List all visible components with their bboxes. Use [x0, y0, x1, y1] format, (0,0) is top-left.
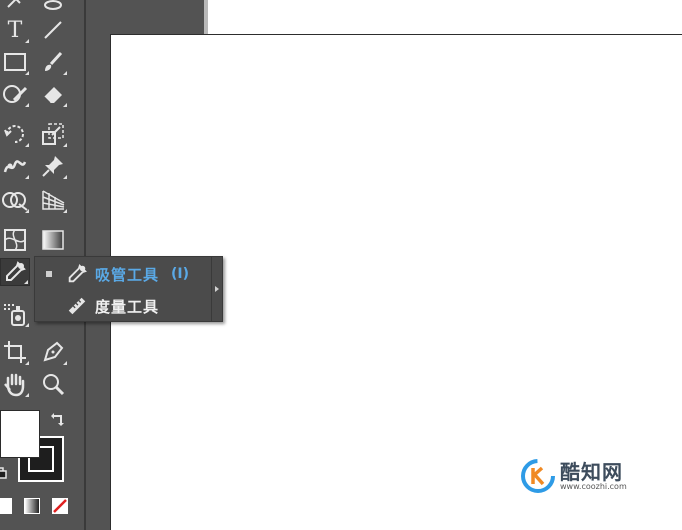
rectangle-tool[interactable] — [0, 48, 30, 76]
flyout-item-label: 度量工具 — [95, 297, 160, 316]
puppet-warp-tool[interactable] — [38, 152, 68, 180]
fill-color-swatch[interactable] — [0, 410, 40, 458]
none-mode-button[interactable] — [52, 498, 68, 514]
swap-fill-stroke-button[interactable] — [48, 410, 68, 430]
hand-tool[interactable] — [0, 370, 30, 398]
color-mode-button[interactable] — [0, 498, 12, 514]
line-segment-tool[interactable] — [38, 16, 68, 44]
unselected-indicator — [45, 302, 53, 310]
pen-nib-icon — [43, 341, 64, 362]
paintbrush-icon — [45, 51, 63, 71]
swap-arrow-icon — [51, 413, 64, 426]
eyedropper-icon — [65, 262, 89, 286]
rectangle-icon — [4, 53, 26, 71]
pen-tool[interactable] — [38, 338, 68, 366]
pushpin-icon — [42, 156, 63, 177]
none-slash-icon — [53, 499, 67, 513]
shaper-tool[interactable] — [0, 80, 30, 108]
eraser-icon — [43, 87, 62, 104]
scale-tool[interactable] — [38, 120, 68, 148]
type-tool[interactable]: T — [0, 16, 30, 44]
line-segment-icon — [44, 21, 62, 39]
zoom-tool[interactable] — [38, 370, 68, 398]
symbol-sprayer-tool[interactable] — [0, 300, 30, 328]
warp-tool[interactable] — [0, 152, 30, 180]
perspective-grid-tool[interactable] — [38, 186, 68, 214]
tearoff-arrow-icon — [215, 286, 219, 292]
gradient-mode-button[interactable] — [24, 498, 40, 514]
default-fill-stroke-button[interactable] — [0, 466, 8, 480]
tool-partial-top-left[interactable] — [0, 0, 30, 16]
shape-builder-tool[interactable] — [0, 186, 30, 214]
watermark: 酷知网 www.coozhi.com — [520, 456, 640, 496]
magnifier-icon — [43, 374, 65, 396]
default-colors-icon — [0, 467, 7, 479]
rotate-tool[interactable] — [0, 120, 30, 148]
paintbrush-tool[interactable] — [38, 48, 68, 76]
selected-indicator — [46, 271, 52, 277]
mesh-icon — [4, 229, 26, 251]
mesh-tool[interactable] — [0, 226, 30, 254]
type-tool-icon: T — [7, 17, 23, 43]
flyout-item-eyedropper[interactable]: 吸管工具 (I) — [35, 259, 213, 289]
watermark-logo-icon — [521, 459, 555, 493]
measure-ruler-icon — [65, 294, 89, 318]
eyedropper-tool-button[interactable] — [0, 258, 30, 286]
flyout-item-label: 吸管工具 — [95, 265, 160, 284]
gradient-tool[interactable] — [38, 226, 68, 254]
watermark-url: www.coozhi.com — [560, 482, 627, 491]
tool-partial-top-right[interactable] — [38, 0, 68, 16]
eraser-tool[interactable] — [38, 80, 68, 108]
eyedropper-tool-flyout: 吸管工具 (I) 度量工具 — [34, 256, 223, 322]
flyout-item-shortcut: (I) — [171, 266, 190, 282]
watermark-name: 酷知网 — [560, 460, 623, 484]
artboard-tool[interactable] — [0, 338, 30, 366]
flyout-item-measure[interactable]: 度量工具 — [35, 291, 213, 321]
gradient-icon — [42, 230, 64, 250]
flyout-tearoff-button[interactable] — [211, 257, 222, 321]
